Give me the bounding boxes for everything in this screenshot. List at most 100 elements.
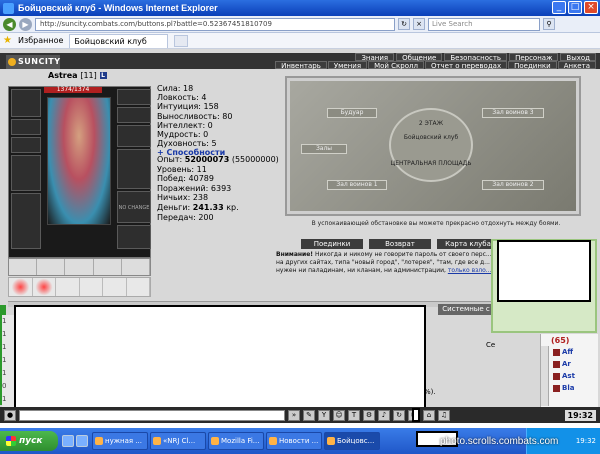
ring-slots[interactable] <box>117 89 151 105</box>
room-icon[interactable]: ⌂ <box>423 409 435 421</box>
new-tab-button[interactable] <box>173 34 188 47</box>
task-button[interactable]: «NRJ Cl... <box>150 432 206 450</box>
translit-icon[interactable]: T <box>348 409 360 421</box>
character-avatar <box>47 97 111 225</box>
effect-slot[interactable] <box>103 278 127 296</box>
settings-icon[interactable]: ⚙ <box>363 409 375 421</box>
system-messages-tab[interactable]: Системные с <box>438 304 494 315</box>
map-room-halls[interactable]: Залы <box>301 144 347 154</box>
online-user[interactable]: Bla <box>553 384 574 392</box>
task-button[interactable]: Mozilla Fi... <box>208 432 264 450</box>
chat-input[interactable] <box>19 409 285 421</box>
favorites-bar: ★ Избранное Бойцовский клуб <box>0 33 600 49</box>
chat-cut-label: Се <box>486 341 496 349</box>
maximize-button[interactable]: □ <box>568 1 582 14</box>
clear-icon[interactable]: ✎ <box>303 409 315 421</box>
map-room-hall-2[interactable]: Зал воинов 2 <box>482 180 544 190</box>
weapon-slot[interactable] <box>11 155 41 191</box>
map-central-square[interactable]: ЦЕНТРАЛЬНАЯ ПЛОЩАДЬ <box>386 160 476 167</box>
map-room-boudoir[interactable]: Будуар <box>327 108 377 118</box>
menu-knowledge[interactable]: Знания <box>355 53 395 62</box>
submenu-scroll[interactable]: Мой Скролл <box>368 61 424 70</box>
club-map-button[interactable]: Карта клуба <box>437 239 499 249</box>
belt-slot[interactable] <box>94 259 122 275</box>
submenu-skills[interactable]: Умения <box>327 61 368 70</box>
belt-slot[interactable] <box>65 259 94 275</box>
bracers-slot[interactable] <box>117 125 151 147</box>
menu-character[interactable]: Персонаж <box>509 53 559 62</box>
send-icon[interactable]: » <box>288 409 300 421</box>
minimize-button[interactable]: _ <box>552 1 566 14</box>
game-area: SUNCITY Знания Общение Безопасность Перс… <box>0 49 600 410</box>
money-label: Деньги: <box>157 202 191 212</box>
necklace-slot[interactable] <box>11 137 41 153</box>
offhand-slot[interactable] <box>117 149 151 189</box>
chat-mode-icon[interactable]: ● <box>4 409 16 421</box>
online-user[interactable]: Aff <box>553 348 573 356</box>
experience-value: 52000073 <box>184 155 230 164</box>
stop-icon[interactable]: × <box>413 18 425 30</box>
task-button[interactable]: нужная ... <box>92 432 148 450</box>
smile-icon[interactable]: ☺ <box>333 409 345 421</box>
submenu-profile[interactable]: Анкета <box>557 61 596 70</box>
transfers-row: Передач: 200 <box>157 212 214 222</box>
browser-tab[interactable]: Бойцовский клуб <box>69 33 168 48</box>
map-buttons: Поединки Возврат Карта клуба <box>301 239 499 249</box>
game-clock: 19:32 <box>564 409 596 421</box>
map-fight-club[interactable]: Бойцовский клуб <box>386 134 476 141</box>
fights-button[interactable]: Поединки <box>301 239 363 249</box>
filter-icon[interactable]: Y <box>318 409 330 421</box>
belt-slots <box>8 258 151 276</box>
online-user[interactable]: Ast <box>553 372 575 380</box>
online-scrollbar[interactable] <box>541 346 549 406</box>
start-button[interactable]: пуск <box>0 431 58 451</box>
warning-link[interactable]: только взло... <box>448 267 492 274</box>
character-flag-icon[interactable]: L <box>99 72 107 79</box>
submenu-transfers[interactable]: Отчет о переводах <box>424 61 508 70</box>
chat-line-prefixes: 1 1 1 1 1 0 1 <box>2 315 14 410</box>
gloves-slot[interactable] <box>117 107 151 123</box>
favorites-star-icon[interactable]: ★ <box>3 35 12 46</box>
online-user[interactable]: Ar <box>553 360 571 368</box>
belt-slot[interactable] <box>37 259 66 275</box>
sound-icon[interactable]: ♪ <box>378 409 390 421</box>
quick-launch-icon[interactable] <box>62 435 74 447</box>
effect-slot[interactable] <box>56 278 80 296</box>
music-icon[interactable]: ♫ <box>438 409 450 421</box>
map-floor-2[interactable]: 2 ЭТАЖ <box>386 120 476 127</box>
effect-slot[interactable] <box>80 278 103 296</box>
search-icon[interactable]: ⚲ <box>543 18 555 30</box>
task-button[interactable]: Новости ... <box>266 432 322 450</box>
boots-slot[interactable] <box>117 225 151 249</box>
effect-icon[interactable] <box>9 278 33 296</box>
refresh-icon[interactable]: ↻ <box>398 18 410 30</box>
map-room-hall-3[interactable]: Зал воинов 3 <box>482 108 544 118</box>
favorites-label[interactable]: Избранное <box>18 36 63 45</box>
submenu-inventory[interactable]: Инвентарь <box>275 61 327 70</box>
earrings-slot[interactable] <box>11 119 41 135</box>
helmet-slot[interactable] <box>11 89 41 117</box>
redacted-mark <box>412 408 420 422</box>
effect-slot[interactable] <box>127 278 150 296</box>
belt-slot[interactable] <box>9 259 38 275</box>
menu-exit[interactable]: Выход <box>560 53 596 62</box>
quick-launch-icon[interactable] <box>76 435 88 447</box>
effect-icon[interactable] <box>32 278 56 296</box>
return-button[interactable]: Возврат <box>369 239 431 249</box>
search-input[interactable]: Live Search <box>428 17 540 31</box>
forward-button[interactable]: ▶ <box>19 17 32 31</box>
close-button[interactable]: × <box>584 1 598 14</box>
menu-security[interactable]: Безопасность <box>444 53 508 62</box>
armor-slot[interactable] <box>11 193 41 249</box>
window-titlebar: Бойцовский клуб - Windows Internet Explo… <box>0 0 600 16</box>
address-input[interactable]: http://suncity.combats.com/buttons.pl?ba… <box>35 17 395 31</box>
menu-communication[interactable]: Общение <box>396 53 443 62</box>
quick-launch <box>62 435 88 447</box>
map-room-hall-1[interactable]: Зал воинов 1 <box>327 180 387 190</box>
submenu-fights[interactable]: Поединки <box>508 61 557 70</box>
back-button[interactable]: ◀ <box>3 17 16 31</box>
losses-row: Поражений: 6393 <box>157 183 232 193</box>
refresh-chat-icon[interactable]: ↻ <box>393 409 405 421</box>
belt-slot[interactable] <box>122 259 151 275</box>
task-button-active[interactable]: Бойцовс... <box>324 432 380 450</box>
